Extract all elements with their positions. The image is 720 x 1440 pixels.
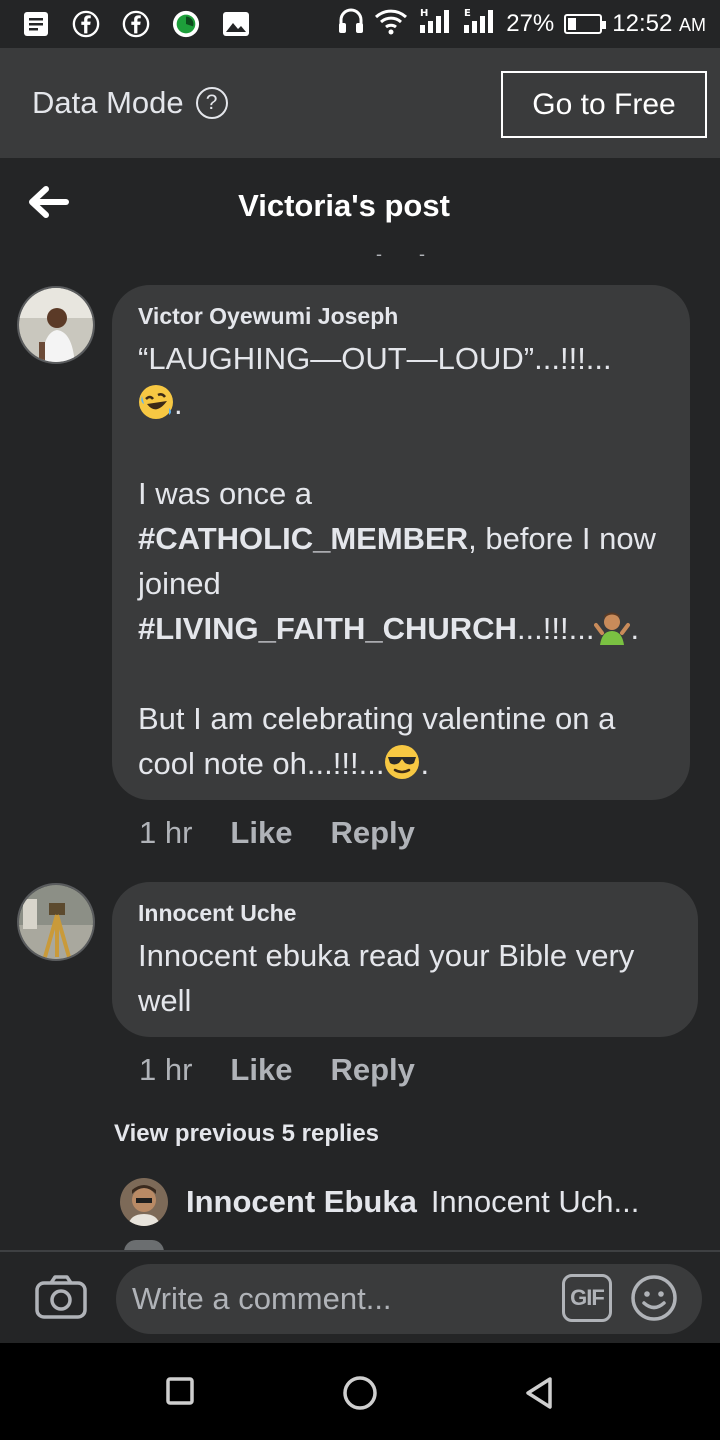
reply-button[interactable]: Reply [330,815,414,851]
comment-time: 1 hr [139,1052,193,1087]
comment-bubble: Victor Oyewumi Joseph “LAUGHING—OUT—LOUD… [112,285,690,800]
emoji-icon[interactable] [630,1274,678,1322]
comment-actions: 1 hr Like Reply [139,815,415,851]
avatar[interactable] [120,1178,168,1226]
signal-e-icon: E [462,7,496,42]
camera-icon[interactable] [34,1274,88,1320]
rolling-laughing-emoji [138,384,174,420]
comment-text: “LAUGHING—OUT—LOUD”...!!!... . I was onc… [138,341,656,781]
notes-icon [22,10,50,38]
page-title: Victoria's post [238,188,450,223]
comment-bubble: Innocent Uche Innocent ebuka read your B… [112,882,698,1037]
reply-snippet: Innocent Uch... [430,1184,640,1219]
comment-actions: 1 hr Like Reply [139,1052,415,1088]
gallery-icon [222,10,250,38]
system-nav-bar [0,1343,720,1440]
avatar[interactable] [17,883,95,961]
comment-text: Innocent ebuka read your Bible very well [138,938,635,1018]
battery-icon [564,14,607,34]
sunglasses-emoji [384,744,420,780]
avatar[interactable] [17,286,95,364]
comment-composer: GIF [0,1250,720,1343]
status-bar: H E 27% 12:52 AM [0,0,720,48]
data-saver-icon [172,10,200,38]
facebook-icon [72,10,100,38]
gif-button[interactable]: GIF [562,1274,612,1322]
recents-icon[interactable] [162,1373,202,1413]
comment-author[interactable]: Innocent Uche [138,900,672,927]
system-status: H E 27% 12:52 AM [338,7,706,42]
reply-button[interactable]: Reply [330,1052,414,1088]
notification-icons [22,10,250,38]
facebook-icon [122,10,150,38]
back-icon[interactable] [520,1373,560,1413]
clock: 12:52 AM [612,10,706,37]
headphones-icon [338,7,364,42]
data-mode-bar: Data Mode ? Go to Free [0,48,720,158]
battery-percent: 27% [506,10,555,37]
svg-text:E: E [464,8,471,19]
wifi-icon [374,7,408,42]
home-icon[interactable] [340,1373,380,1413]
view-previous-replies-link[interactable]: View previous 5 replies [114,1120,379,1148]
comment-time: 1 hr [139,815,193,850]
help-icon[interactable]: ? [195,87,228,119]
loading-dashes: - - [376,244,441,264]
data-mode-label: Data Mode [32,85,184,120]
reply-preview[interactable]: Innocent Ebuka Innocent Uch... [120,1178,639,1226]
post-header: Victoria's post - - [0,158,720,264]
comment-input[interactable] [132,1264,552,1334]
shrug-emoji [594,609,631,645]
comment-author[interactable]: Victor Oyewumi Joseph [138,303,664,330]
comment-input-container: GIF [116,1264,702,1334]
like-button[interactable]: Like [230,815,292,851]
like-button[interactable]: Like [230,1052,292,1088]
signal-h-icon: H [418,7,452,42]
reply-author: Innocent Ebuka [186,1184,417,1219]
svg-text:H: H [420,8,428,19]
go-to-free-button[interactable]: Go to Free [501,71,707,138]
